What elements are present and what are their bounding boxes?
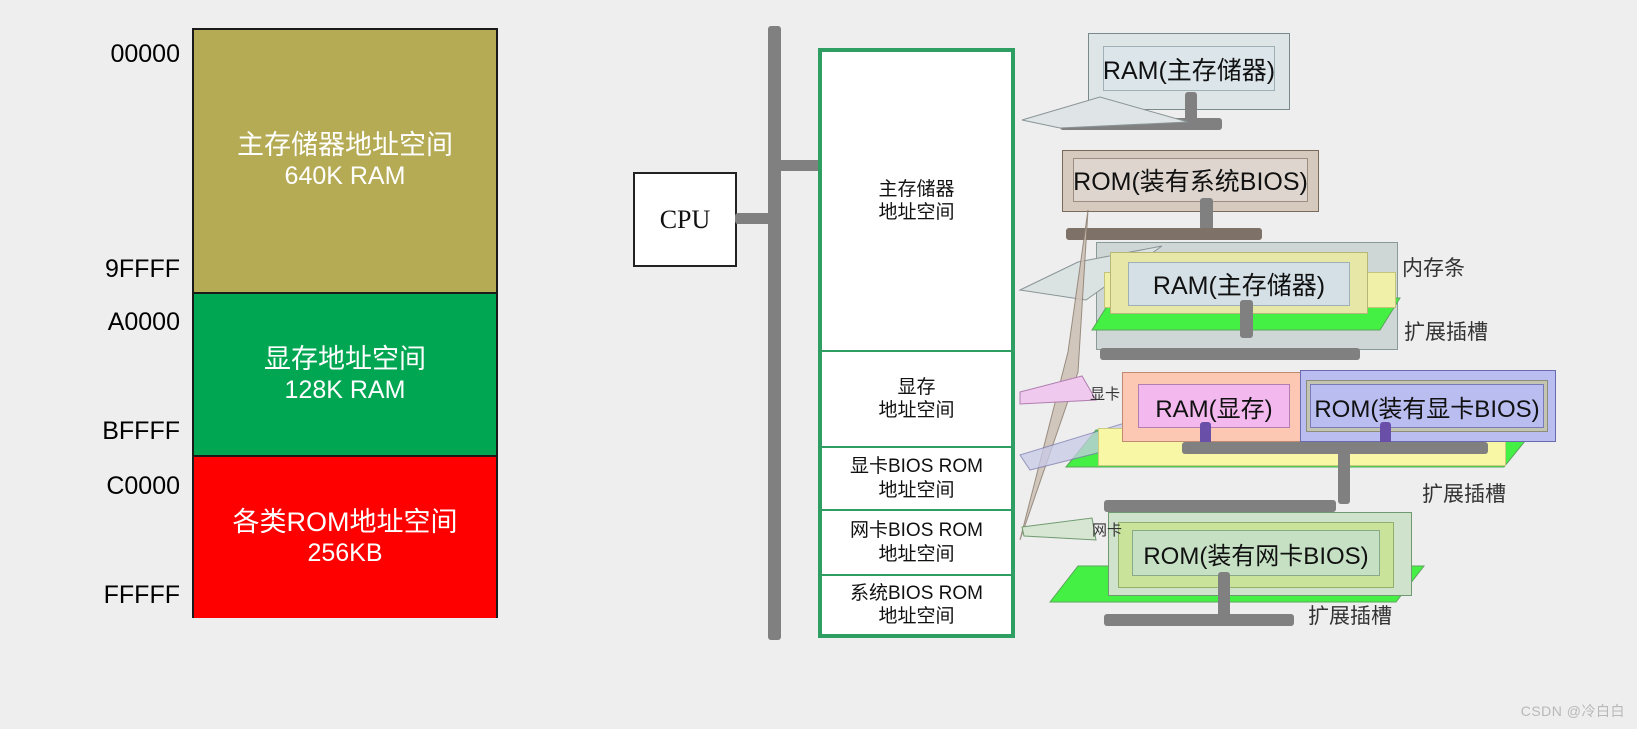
cpu-box: CPU (633, 172, 737, 267)
pointer-to-network-card (1021, 517, 1097, 541)
pointer-to-rom-system-bios (1019, 209, 1089, 541)
row-line-1: 网卡BIOS ROM (849, 520, 983, 542)
bus-stub-memory (775, 160, 821, 171)
row-line-2: 地址空间 (878, 606, 955, 627)
address-row-video-memory: 显存 地址空间 (822, 352, 1011, 448)
graphics-card-label: 显卡 (1090, 387, 1121, 403)
ram-main-memory-module-chip: RAM(主存储器) (1128, 262, 1350, 306)
device-label: ROM(装有网卡BIOS) (1143, 542, 1369, 570)
rom-system-bios-chip: ROM(装有系统BIOS) (1073, 158, 1308, 202)
device-label: ROM(装有显卡BIOS) (1314, 395, 1540, 423)
bus-drop-graphics-card (1338, 450, 1350, 504)
system-bus-vertical (768, 26, 781, 640)
address-space-column: 主存储器 地址空间 显存 地址空间 显卡BIOS ROM 地址空间 网卡BIOS… (818, 48, 1015, 638)
row-line-2: 地址空间 (878, 543, 955, 565)
address-row-nic-bios-rom: 网卡BIOS ROM 地址空间 (822, 511, 1011, 576)
address-label-FFFFF: FFFFF (103, 581, 180, 609)
ram-video-memory-chip: RAM(显存) (1138, 384, 1290, 428)
memory-block-label: 各类ROM地址空间 (232, 506, 458, 537)
rom-nic-bios-chip: ROM(装有网卡BIOS) (1132, 530, 1380, 576)
memory-block-main-memory: 主存储器地址空间 640K RAM (194, 30, 496, 294)
address-label-BFFFF: BFFFF (102, 417, 180, 445)
memory-block-sublabel: 128K RAM (284, 375, 406, 404)
address-label-00000: 00000 (110, 40, 180, 68)
memory-block-rom: 各类ROM地址空间 256KB (194, 457, 496, 618)
device-label: RAM(主存储器) (1102, 56, 1276, 85)
memory-block-sublabel: 256KB (307, 538, 383, 567)
row-line-1: 系统BIOS ROM (849, 582, 983, 604)
row-line-1: 显存 (897, 376, 936, 398)
address-label-C0000: C0000 (106, 472, 180, 500)
expansion-slot-label-2: 扩展插槽 (1422, 482, 1506, 506)
device-label: RAM(主存储器) (1152, 272, 1326, 300)
address-label-column: 00000 9FFFF A0000 BFFFF C0000 FFFFF (0, 0, 180, 729)
address-row-main-memory: 主存储器 地址空间 (822, 52, 1011, 352)
memory-module-label: 内存条 (1402, 256, 1465, 280)
address-label-A0000: A0000 (107, 308, 180, 336)
bus-segment-ram-top (1060, 118, 1222, 130)
connector-pin-memory-module (1240, 300, 1253, 338)
row-line-2: 地址空间 (878, 400, 955, 421)
memory-block-label: 主存储器地址空间 (237, 130, 453, 161)
rom-vga-bios-chip: ROM(装有显卡BIOS) (1310, 384, 1544, 428)
address-row-system-bios-rom: 系统BIOS ROM 地址空间 (822, 576, 1011, 634)
address-label-9FFFF: 9FFFF (105, 255, 180, 283)
connector-pin-nic (1218, 572, 1230, 620)
expansion-slot-label-3: 扩展插槽 (1308, 604, 1392, 628)
row-line-1: 主存储器 (878, 178, 955, 200)
memory-block-video-memory: 显存地址空间 128K RAM (194, 294, 496, 457)
cpu-label: CPU (659, 204, 711, 234)
bus-stub-cpu (735, 213, 775, 224)
device-label: ROM(装有系统BIOS) (1073, 168, 1308, 196)
bus-segment-network-card (1104, 500, 1336, 512)
bus-segment-rom-sys (1066, 228, 1262, 240)
device-label: RAM(显存) (1155, 395, 1273, 423)
ram-main-memory-top-chip: RAM(主存储器) (1103, 46, 1275, 91)
row-line-2: 地址空间 (878, 479, 955, 501)
bus-segment-graphics-card (1182, 442, 1488, 454)
memory-address-map: 主存储器地址空间 640K RAM 显存地址空间 128K RAM 各类ROM地… (192, 28, 498, 618)
pointer-to-graphics-card (1019, 375, 1097, 405)
connector-pin-rom-sys (1200, 198, 1213, 230)
network-card-label: 网卡 (1092, 523, 1123, 539)
expansion-slot-label-1: 扩展插槽 (1404, 320, 1488, 344)
row-line-1: 显卡BIOS ROM (849, 456, 983, 478)
watermark: CSDN @冷白白 (1520, 703, 1625, 719)
address-row-vga-bios-rom: 显卡BIOS ROM 地址空间 (822, 448, 1011, 511)
bus-segment-memory-module (1100, 348, 1360, 360)
memory-block-sublabel: 640K RAM (284, 162, 406, 191)
row-line-2: 地址空间 (878, 202, 955, 223)
memory-block-label: 显存地址空间 (264, 343, 426, 374)
bus-segment-nic-bottom (1104, 614, 1294, 626)
